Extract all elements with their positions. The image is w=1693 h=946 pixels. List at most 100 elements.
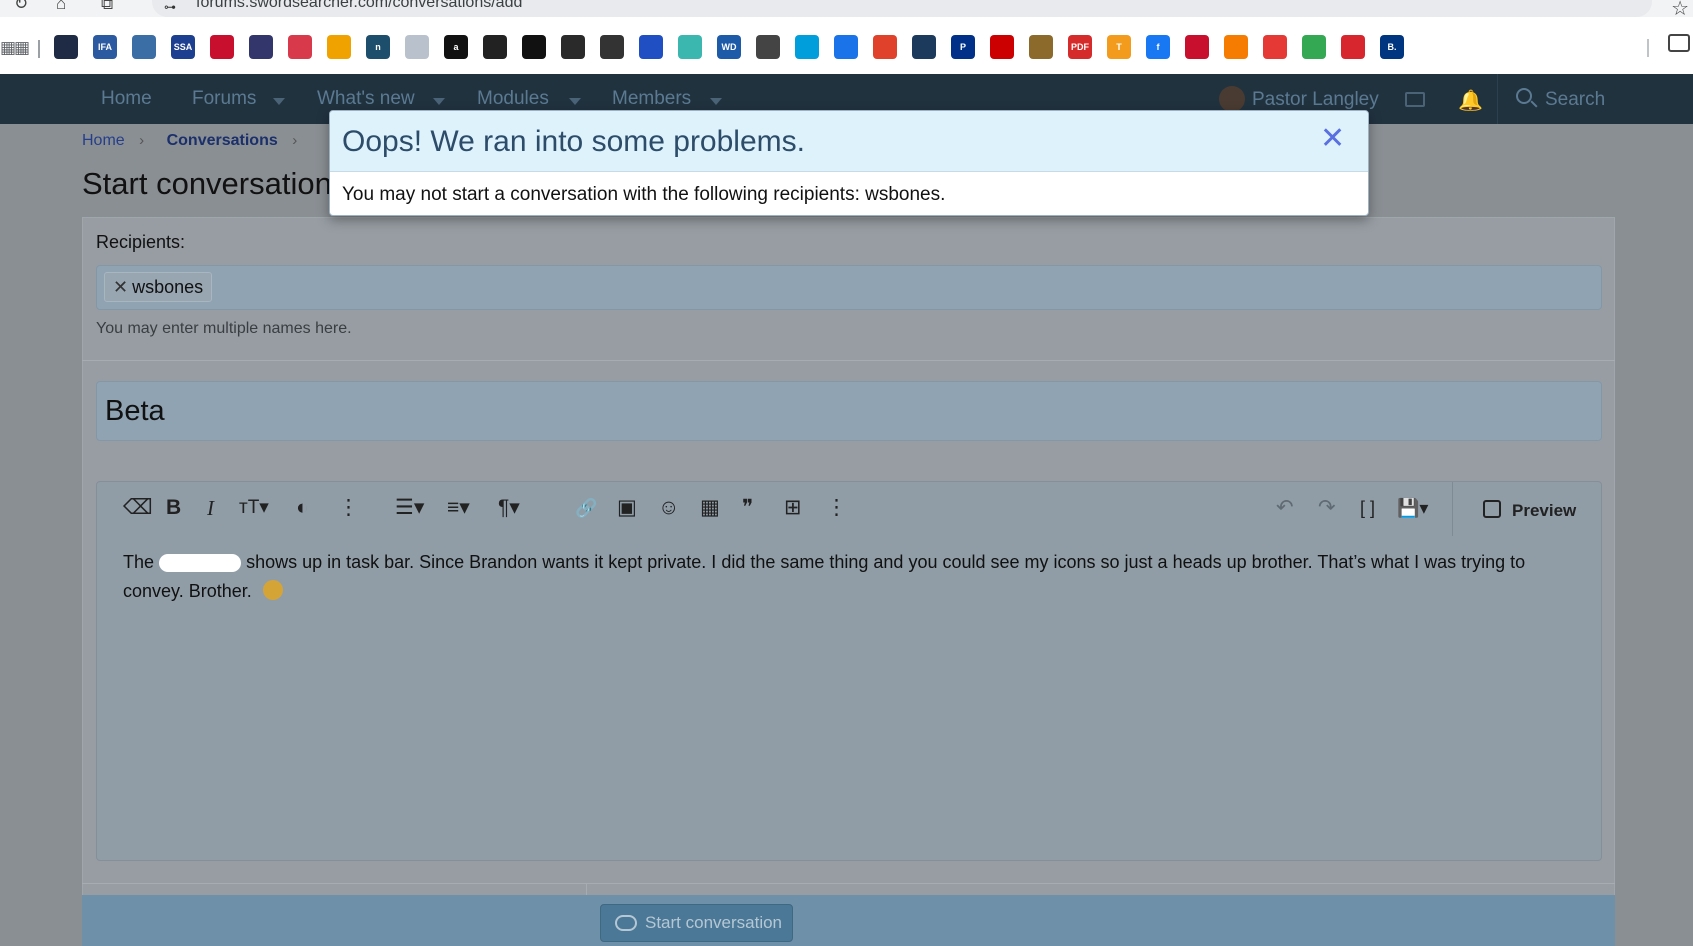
align-icon[interactable]: ≡▾ [447,497,470,519]
url-text[interactable]: forums.swordsearcher.com/conversations/a… [196,0,522,12]
facebook-icon[interactable]: f [1146,35,1170,59]
form-submit-bar [82,895,1615,946]
paragraph-icon[interactable]: ¶▾ [498,497,520,519]
italic-icon[interactable]: I [207,497,214,519]
nav-whats-new[interactable]: What's new [317,88,415,110]
doc-icon[interactable] [405,35,429,59]
table-icon[interactable]: ⊞ [784,497,802,519]
tabs-icon[interactable]: ⧉ [101,0,113,14]
t-icon[interactable]: T [1107,35,1131,59]
recipients-input[interactable]: ✕ wsbones [96,265,1602,310]
message-editor[interactable]: ⌫ B I тT▾ ◐ ⋮ ☰▾ ≡▾ ¶▾ 🔗 ▣ ☺ ▦ ❞ ⊞ ⋮ ↶ ↷… [96,481,1602,861]
paypal-icon[interactable]: P [951,35,975,59]
g-icon[interactable] [834,35,858,59]
nav-modules[interactable]: Modules [477,88,549,110]
booking-icon[interactable]: B. [1380,35,1404,59]
start-conversation-button[interactable]: Start conversation [600,904,793,942]
n-icon[interactable]: n [366,35,390,59]
conversation-title-input[interactable]: Beta [96,381,1602,441]
aarp-icon[interactable] [873,35,897,59]
media-icon[interactable]: ▦ [700,497,720,519]
breadcrumb-home[interactable]: Home [82,132,125,149]
nav-divider [1497,74,1498,124]
badge-icon[interactable] [561,35,585,59]
ssa-icon[interactable]: SSA [171,35,195,59]
address-row: ↻ ⌂ ⧉ ⊶ forums.swordsearcher.com/convers… [0,0,1693,17]
temu-icon[interactable] [1224,35,1248,59]
red-envelope-icon[interactable] [288,35,312,59]
download-icon[interactable] [1263,35,1287,59]
calendar-icon[interactable] [54,35,78,59]
smilie-icon[interactable]: ☺ [658,497,679,519]
nav-search[interactable]: Search [1545,89,1605,111]
avatar[interactable] [1219,86,1245,112]
mail-icon[interactable] [1405,92,1425,107]
globe-seal-icon[interactable] [132,35,156,59]
more-options-icon[interactable]: ⋮ [826,497,847,519]
globe-grey-icon[interactable] [600,35,624,59]
nav-home[interactable]: Home [101,88,152,110]
more-options-icon[interactable]: ⋮ [338,497,359,519]
clear-formatting-icon[interactable]: ⌫ [123,497,153,519]
nav-user-name[interactable]: Pastor Langley [1252,89,1379,111]
nav-forums[interactable]: Forums [192,88,256,110]
meet-icon[interactable] [1302,35,1326,59]
bbcode-icon[interactable]: [ ] [1360,497,1375,519]
reload-icon[interactable]: ↻ [14,0,28,14]
amazon-icon[interactable]: a [444,35,468,59]
emoji-icon [262,580,283,600]
undo-icon[interactable]: ↶ [1276,497,1294,519]
bold-icon[interactable]: B [166,497,181,519]
amazon-box-icon[interactable] [483,35,507,59]
chevron-down-icon[interactable] [710,98,722,105]
usps-icon[interactable] [249,35,273,59]
preview-button[interactable]: Preview [1452,482,1602,536]
close-icon[interactable]: ✕ [113,277,128,298]
att-icon[interactable] [795,35,819,59]
text-size-icon[interactable]: тT▾ [239,497,269,519]
israel-flag-icon[interactable] [639,35,663,59]
message-text-start: The [123,552,155,572]
crest-icon[interactable] [1029,35,1053,59]
globe-icon[interactable] [756,35,780,59]
red-card-icon[interactable] [1185,35,1209,59]
form-divider [586,883,587,895]
drafts-icon[interactable]: 💾▾ [1397,497,1428,519]
globe-dark-icon[interactable] [522,35,546,59]
chevron-down-icon[interactable] [569,98,581,105]
search-icon[interactable] [1516,88,1532,104]
heart-icon[interactable] [1341,35,1365,59]
redo-icon[interactable]: ↷ [1318,497,1336,519]
link-icon[interactable]: 🔗 [575,497,597,519]
leaf-icon[interactable] [678,35,702,59]
image-icon[interactable]: ▣ [617,497,637,519]
site-info-icon[interactable]: ⊶ [164,0,176,14]
wd-icon[interactable]: WD [717,35,741,59]
list-icon[interactable]: ☰▾ [395,497,424,519]
conversation-icon [615,915,637,931]
folder-icon[interactable] [1668,34,1690,52]
recipients-hint: You may enter multiple names here. [96,320,352,337]
message-body[interactable]: The shows up in task bar. Since Brandon … [123,548,1583,606]
chevron-down-icon[interactable] [433,98,445,105]
bookmark-star-icon[interactable]: ☆ [1671,0,1689,17]
address-bar[interactable]: ⊶ forums.swordsearcher.com/conversations… [152,0,1652,17]
nav-members[interactable]: Members [612,88,691,110]
shield-red-icon[interactable] [210,35,234,59]
ifa-icon[interactable]: IFA [93,35,117,59]
target-icon[interactable] [990,35,1014,59]
error-dialog: Oops! We ran into some problems. ✕ You m… [329,110,1369,216]
bell-icon[interactable]: 🔔 [1458,88,1483,113]
feather-icon[interactable] [327,35,351,59]
breadcrumb-conversations[interactable]: Conversations [167,132,278,149]
home-icon[interactable]: ⌂ [56,0,66,14]
quote-icon[interactable]: ❞ [742,497,753,519]
close-icon[interactable]: ✕ [1320,121,1345,156]
palette-icon[interactable]: ◐ [296,497,309,519]
recipient-token[interactable]: ✕ wsbones [104,272,213,302]
apps-grid-icon[interactable]: ▦▦ [0,38,30,58]
bookmarks-bar: ▦▦ IFA SSA n a WD P PDF Tf B. [0,30,1693,66]
medal-icon[interactable] [912,35,936,59]
pdf24-icon[interactable]: PDF [1068,35,1092,59]
chevron-down-icon[interactable] [273,98,285,105]
